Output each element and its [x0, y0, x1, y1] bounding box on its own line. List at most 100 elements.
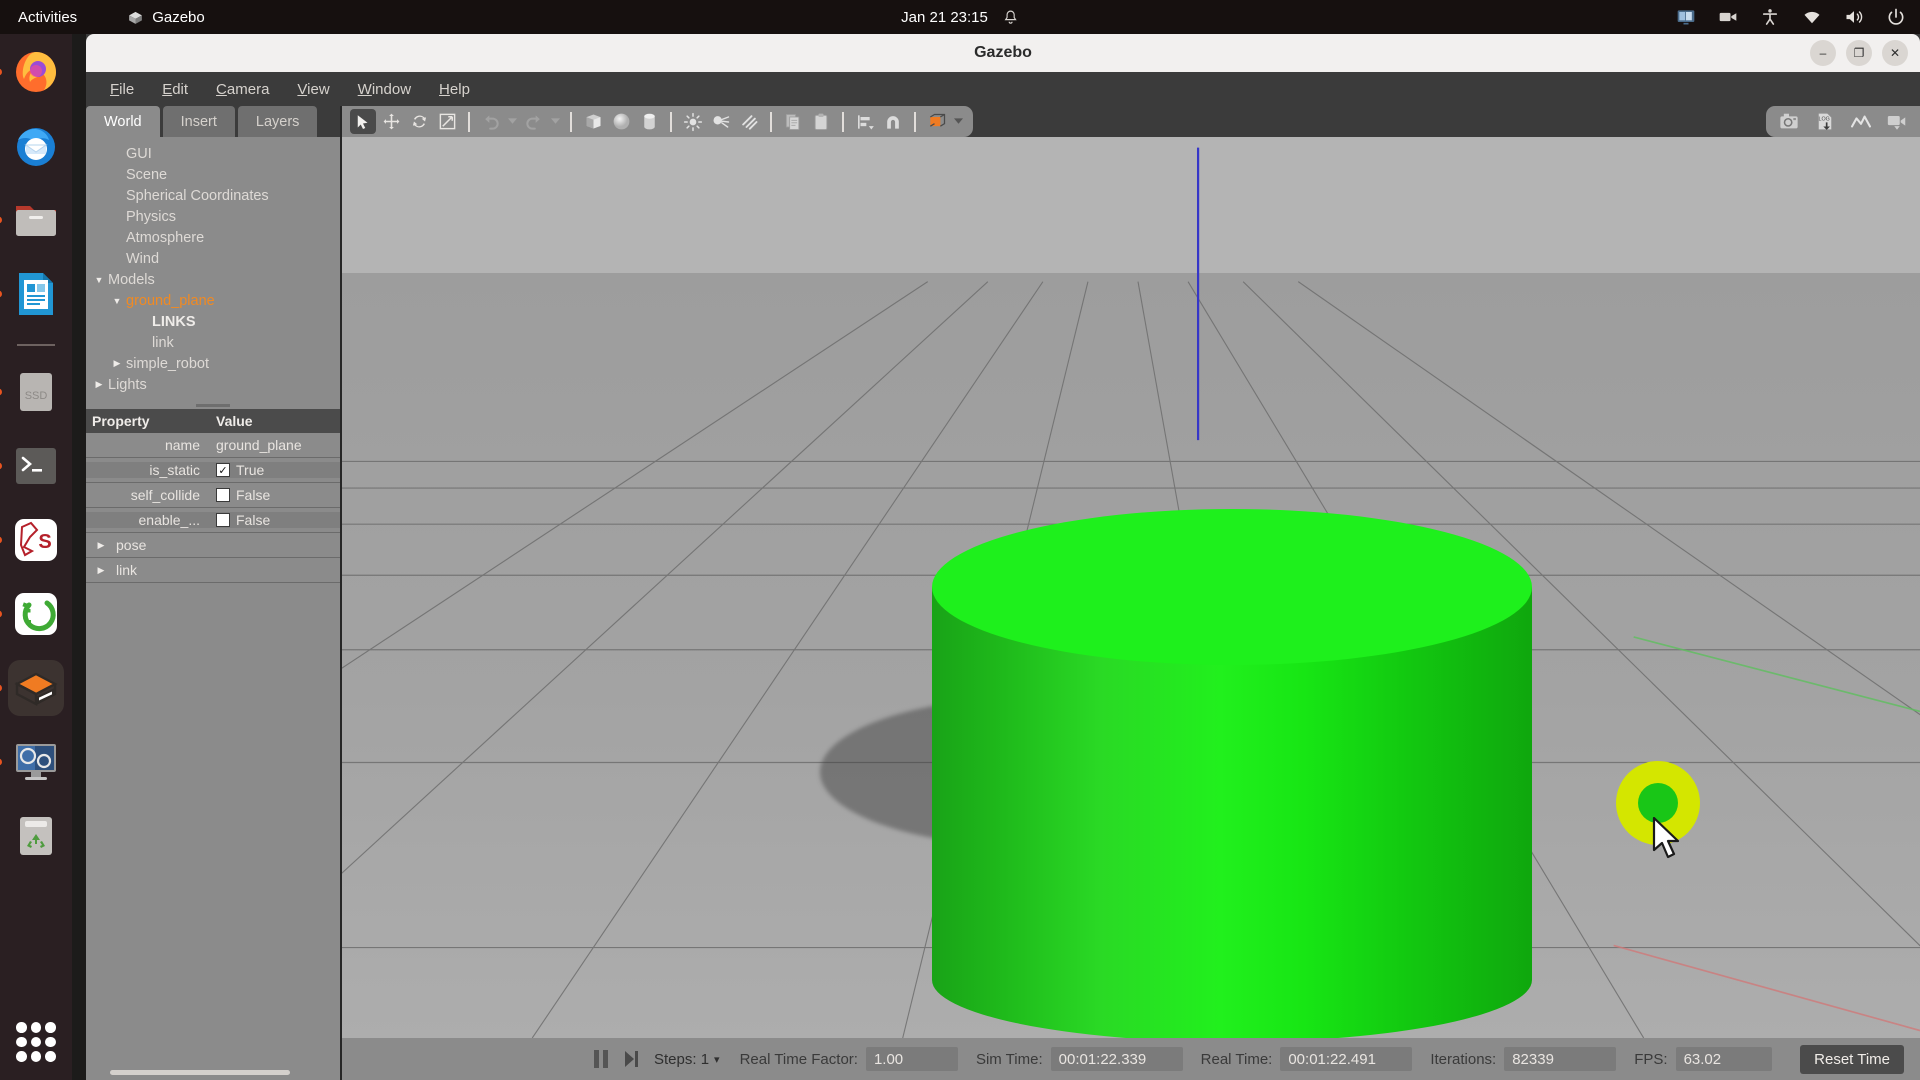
green-cylinder-top[interactable]	[932, 509, 1532, 665]
enable-wind-checkbox[interactable]	[216, 513, 230, 527]
menu-edit[interactable]: Edit	[150, 77, 200, 102]
3d-viewport[interactable]	[342, 137, 1920, 1038]
table-row[interactable]: is_static ✓ True	[86, 458, 340, 483]
dock-item-cloudcompare[interactable]	[0, 586, 64, 642]
screenshot-button[interactable]	[1776, 109, 1802, 134]
camera-recording-icon[interactable]	[1718, 7, 1738, 27]
redo-button[interactable]	[521, 109, 547, 134]
dock-item-firefox[interactable]	[0, 44, 64, 100]
tree-item-atmosphere[interactable]: Atmosphere	[86, 227, 340, 248]
window-titlebar[interactable]: Gazebo – ❐ ✕	[86, 34, 1920, 72]
dock-item-gazebo[interactable]	[0, 660, 64, 716]
select-mode-button[interactable]	[350, 109, 376, 134]
video-record-button[interactable]	[1884, 109, 1910, 134]
activities-button[interactable]: Activities	[18, 9, 77, 26]
step-button[interactable]	[624, 1050, 640, 1068]
spot-light-button[interactable]	[708, 109, 734, 134]
tab-insert[interactable]: Insert	[162, 106, 235, 137]
table-row-pose[interactable]: ▶ pose	[86, 533, 340, 558]
table-row-link[interactable]: ▶ link	[86, 558, 340, 583]
show-applications-button[interactable]	[16, 1022, 56, 1062]
wifi-icon[interactable]	[1802, 7, 1822, 27]
directional-light-button[interactable]	[736, 109, 762, 134]
tree-item-scene[interactable]: Scene	[86, 164, 340, 185]
insert-sphere-button[interactable]	[608, 109, 634, 134]
tree-twisty-expanded[interactable]: ▼	[110, 296, 124, 306]
self-collide-checkbox[interactable]	[216, 488, 230, 502]
tab-world[interactable]: World	[86, 106, 160, 137]
tree-item-gui[interactable]: GUI	[86, 143, 340, 164]
reset-time-button[interactable]: Reset Time	[1800, 1044, 1904, 1074]
scrollbar-thumb[interactable]	[110, 1069, 290, 1075]
accessibility-icon[interactable]	[1760, 7, 1780, 27]
view-mode-dropdown[interactable]	[952, 118, 965, 125]
close-button[interactable]: ✕	[1882, 40, 1908, 66]
insert-cylinder-button[interactable]	[636, 109, 662, 134]
rotate-mode-button[interactable]	[406, 109, 432, 134]
power-icon[interactable]	[1886, 7, 1906, 27]
dock-item-terminal[interactable]	[0, 438, 64, 494]
tree-twisty-collapsed[interactable]: ▶	[92, 379, 106, 390]
panel-splitter[interactable]	[86, 401, 340, 409]
table-row[interactable]: self_collide False	[86, 483, 340, 508]
undo-button[interactable]	[478, 109, 504, 134]
tree-twisty-expanded[interactable]: ▼	[92, 275, 106, 285]
snap-button[interactable]	[880, 109, 906, 134]
align-button[interactable]	[852, 109, 878, 134]
link-twisty-icon[interactable]: ▶	[94, 565, 108, 576]
system-tray[interactable]	[1676, 7, 1906, 27]
dock-item-ssd-drive[interactable]: SSD	[0, 364, 64, 420]
paste-button[interactable]	[808, 109, 834, 134]
dock-item-thunderbird[interactable]	[8, 118, 64, 174]
redo-history-dropdown[interactable]	[549, 118, 562, 125]
tree-twisty-collapsed[interactable]: ▶	[110, 358, 124, 369]
dock-item-trash[interactable]	[8, 808, 64, 864]
clock-area[interactable]: Jan 21 23:15	[901, 9, 1019, 26]
tree-item-models[interactable]: ▼ Models	[86, 269, 340, 290]
steps-control[interactable]: Steps: 1 ▾	[654, 1051, 720, 1068]
is-static-checkbox[interactable]: ✓	[216, 463, 230, 477]
menu-view[interactable]: View	[285, 77, 341, 102]
view-mode-button[interactable]	[924, 109, 950, 134]
tree-item-simple-robot[interactable]: ▶ simple_robot	[86, 353, 340, 374]
dock-item-qgis[interactable]: S	[0, 512, 64, 568]
screencast-indicator-icon[interactable]	[1676, 7, 1696, 27]
tree-item-physics[interactable]: Physics	[86, 206, 340, 227]
menu-file[interactable]: File	[98, 77, 146, 102]
pose-twisty-icon[interactable]: ▶	[94, 540, 108, 551]
tab-layers[interactable]: Layers	[237, 106, 318, 137]
menu-window[interactable]: Window	[346, 77, 423, 102]
dock-item-media-player[interactable]	[0, 734, 64, 790]
table-row[interactable]: name ground_plane	[86, 433, 340, 458]
translate-mode-button[interactable]	[378, 109, 404, 134]
point-light-button[interactable]	[680, 109, 706, 134]
tree-item-spherical-coordinates[interactable]: Spherical Coordinates	[86, 185, 340, 206]
tree-item-ground-plane[interactable]: ▼ ground_plane	[86, 290, 340, 311]
menu-camera[interactable]: Camera	[204, 77, 281, 102]
menu-help[interactable]: Help	[427, 77, 482, 102]
maximize-button[interactable]: ❐	[1846, 40, 1872, 66]
tree-item-wind[interactable]: Wind	[86, 248, 340, 269]
clock-text: Jan 21 23:15	[901, 8, 988, 26]
property-value[interactable]: ✓ True	[210, 462, 340, 478]
property-value[interactable]: False	[210, 487, 340, 503]
scale-mode-button[interactable]	[434, 109, 460, 134]
property-value[interactable]: ground_plane	[210, 437, 340, 453]
undo-history-dropdown[interactable]	[506, 118, 519, 125]
pause-button[interactable]	[592, 1049, 610, 1069]
panel-horizontal-scrollbar[interactable]	[86, 1064, 340, 1080]
table-row[interactable]: enable_... False	[86, 508, 340, 533]
log-record-button[interactable]: LOG	[1812, 109, 1838, 134]
property-value[interactable]: False	[210, 512, 340, 528]
app-menu-indicator[interactable]: Gazebo	[127, 9, 205, 26]
dock-item-libreoffice-writer[interactable]	[0, 266, 64, 322]
dock-item-files[interactable]	[0, 192, 64, 248]
plot-button[interactable]	[1848, 109, 1874, 134]
minimize-button[interactable]: –	[1810, 40, 1836, 66]
copy-button[interactable]	[780, 109, 806, 134]
insert-box-button[interactable]	[580, 109, 606, 134]
tree-item-lights[interactable]: ▶ Lights	[86, 374, 340, 395]
tree-item-link[interactable]: link	[86, 332, 340, 353]
volume-icon[interactable]	[1844, 7, 1864, 27]
steps-dropdown-caret[interactable]: ▾	[714, 1053, 720, 1066]
